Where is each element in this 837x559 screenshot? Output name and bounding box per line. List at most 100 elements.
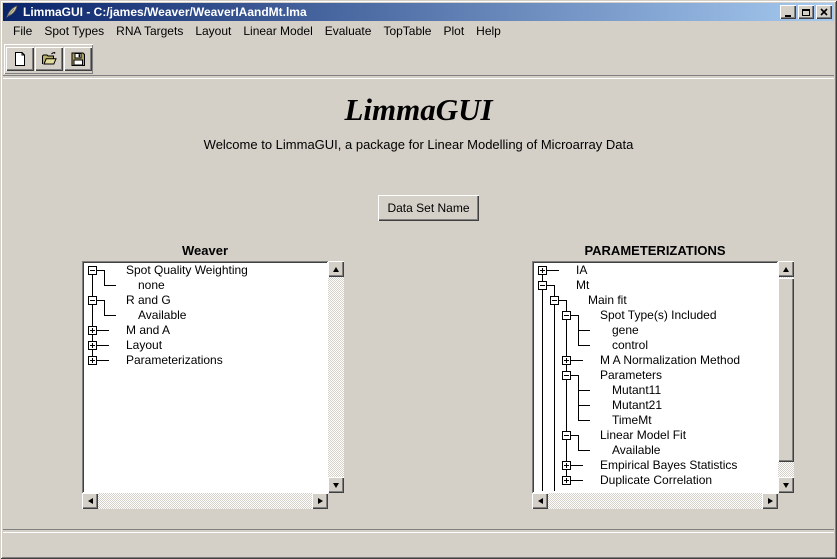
tree-expand-toggle-icon[interactable] (538, 266, 547, 275)
tree-connector-line (578, 405, 590, 406)
tree-node-label[interactable]: control (612, 338, 648, 353)
toolbar-open-button[interactable] (35, 47, 63, 71)
tree-node-label[interactable]: Parameterizations (126, 353, 223, 368)
minimize-icon (785, 8, 791, 17)
window-title: LimmaGUI - C:/james/Weaver/WeaverIAandMt… (23, 5, 307, 19)
parameterizations-tree-title: PARAMETERIZATIONS (532, 243, 778, 259)
scroll-up-button[interactable] (778, 261, 794, 277)
scrollbar-corner (328, 493, 344, 509)
tree-node-label[interactable]: Spot Type(s) Included (600, 308, 717, 323)
menu-item-toptable[interactable]: TopTable (377, 21, 437, 41)
tree-connector-line (578, 375, 579, 383)
horizontal-scrollbar-trough[interactable] (548, 493, 762, 509)
tree-connector-line (542, 323, 543, 338)
tree-collapse-toggle-icon[interactable] (562, 431, 571, 440)
tree-node-label[interactable]: Layout (126, 338, 162, 353)
tree-node-label[interactable]: M A Normalization Method (600, 353, 740, 368)
scroll-left-button[interactable] (532, 493, 548, 509)
tree-collapse-toggle-icon[interactable] (538, 281, 547, 290)
tree-node-label[interactable]: IA (576, 263, 587, 278)
parameterizations-tree-view[interactable]: IAMtMain fitSpot Type(s) Includedgenecon… (532, 261, 778, 493)
arrow-right-icon (768, 498, 773, 504)
data-set-name-button[interactable]: Data Set Name (378, 195, 479, 221)
vertical-scrollbar-trough[interactable] (328, 277, 344, 477)
tree-node-label[interactable]: Mutant11 (612, 383, 661, 398)
tree-connector-line (578, 390, 590, 391)
vertical-scrollbar[interactable] (328, 261, 344, 493)
tree-node-label[interactable]: M and A (126, 323, 170, 338)
tree-expand-toggle-icon[interactable] (88, 356, 97, 365)
menu-item-linear-model[interactable]: Linear Model (237, 21, 318, 41)
scroll-right-button[interactable] (762, 493, 778, 509)
tree-node-label[interactable]: Parameters (600, 368, 662, 383)
tree-collapse-toggle-icon[interactable] (550, 296, 559, 305)
tree-connector-line (571, 375, 578, 376)
titlebar[interactable]: LimmaGUI - C:/james/Weaver/WeaverIAandMt… (3, 3, 834, 21)
scroll-right-button[interactable] (312, 493, 328, 509)
menu-item-plot[interactable]: Plot (437, 21, 470, 41)
tree-connector-line (97, 300, 104, 301)
tree-connector-line (566, 398, 567, 413)
tree-connector-line (578, 315, 579, 323)
window-controls (780, 5, 832, 19)
tree-collapse-toggle-icon[interactable] (562, 311, 571, 320)
minimize-button[interactable] (780, 5, 796, 19)
tree-connector-line (542, 413, 543, 428)
close-icon (820, 3, 828, 21)
scroll-up-button[interactable] (328, 261, 344, 277)
menu-item-rna-targets[interactable]: RNA Targets (110, 21, 189, 41)
vertical-scrollbar-thumb[interactable] (778, 278, 794, 462)
horizontal-scrollbar-trough[interactable] (98, 493, 312, 509)
tree-connector-line (542, 383, 543, 398)
menu-item-help[interactable]: Help (470, 21, 507, 41)
tree-node-label[interactable]: Spot Quality Weighting (126, 263, 248, 278)
menu-item-layout[interactable]: Layout (189, 21, 237, 41)
tree-expand-toggle-icon[interactable] (562, 356, 571, 365)
maximize-button[interactable] (798, 5, 814, 19)
menu-item-file[interactable]: File (7, 21, 38, 41)
tree-row: none (84, 278, 326, 293)
tree-node-label[interactable]: Linear Model Fit (600, 428, 686, 443)
close-button[interactable] (816, 5, 832, 19)
tree-collapse-toggle-icon[interactable] (88, 266, 97, 275)
tree-node-label[interactable]: Available (138, 308, 186, 323)
tree-connector-line (542, 488, 543, 491)
tree-connector-line (571, 360, 583, 361)
menu-item-evaluate[interactable]: Evaluate (319, 21, 378, 41)
tree-expand-toggle-icon[interactable] (562, 461, 571, 470)
tree-row: Linear Model Fit (534, 428, 776, 443)
arrow-right-icon (318, 498, 323, 504)
tree-node-label[interactable]: Available (612, 443, 660, 458)
toolbar-save-button[interactable] (64, 47, 92, 71)
menu-item-spot-types[interactable]: Spot Types (38, 21, 110, 41)
vertical-scrollbar[interactable] (778, 261, 794, 493)
tree-expand-toggle-icon[interactable] (562, 476, 571, 485)
scroll-down-button[interactable] (328, 477, 344, 493)
tree-row: Layout (84, 338, 326, 353)
tree-connector-line (542, 473, 543, 488)
tree-node-label[interactable]: Duplicate Correlation (600, 473, 712, 488)
horizontal-scrollbar[interactable] (532, 493, 778, 509)
tree-expand-toggle-icon[interactable] (88, 326, 97, 335)
tree-collapse-toggle-icon[interactable] (88, 296, 97, 305)
scroll-left-button[interactable] (82, 493, 98, 509)
tree-expand-toggle-icon[interactable] (88, 341, 97, 350)
tree-connector-line (554, 488, 555, 491)
tree-node-label[interactable]: Mutant21 (612, 398, 662, 413)
weaver-tree-view[interactable]: Spot Quality WeightingnoneR and GAvailab… (82, 261, 328, 493)
tree-collapse-toggle-icon[interactable] (562, 371, 571, 380)
toolbar-new-button[interactable] (6, 47, 34, 71)
tree-node-label[interactable]: Mt (576, 278, 589, 293)
tree-connector-line (559, 300, 566, 301)
tree-node-label[interactable]: TimeMt (612, 413, 652, 428)
tree-connector-line (547, 270, 559, 271)
scroll-down-button[interactable] (778, 477, 794, 493)
tree-node-label[interactable]: Empirical Bayes Statistics (600, 458, 737, 473)
tree-connector-line (97, 360, 109, 361)
tree-node-label[interactable]: R and G (126, 293, 171, 308)
tree-row: Available (84, 308, 326, 323)
tree-node-label[interactable]: gene (612, 323, 639, 338)
tree-node-label[interactable]: Main fit (588, 293, 627, 308)
horizontal-scrollbar[interactable] (82, 493, 328, 509)
tree-node-label[interactable]: none (138, 278, 165, 293)
